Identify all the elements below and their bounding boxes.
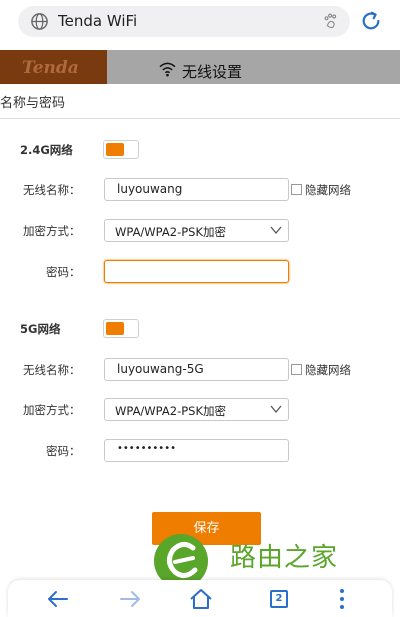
address-text: Tenda WiFi — [58, 12, 138, 30]
password-24-label: 密码： — [46, 265, 81, 279]
band-24-label: 2.4G网络 — [20, 143, 73, 157]
address-bar[interactable]: Tenda WiFi — [18, 6, 350, 37]
refresh-icon[interactable] — [360, 10, 382, 32]
home-icon[interactable] — [189, 588, 213, 610]
back-arrow-icon[interactable] — [46, 588, 70, 610]
paw-icon[interactable] — [322, 12, 340, 30]
tenda-logo: Tenda — [0, 50, 107, 84]
browser-bottom-nav: 2 — [8, 580, 392, 617]
security-24-select[interactable]: WPA/WPA2-PSK加密 — [104, 219, 289, 242]
globe-icon — [31, 13, 48, 30]
browser-toolbar: Tenda WiFi — [0, 0, 400, 44]
watermark-text: 路由之家 — [230, 543, 339, 573]
router-header: Tenda 无线设置 — [0, 50, 400, 84]
ssid-24-label: 无线名称： — [23, 183, 81, 197]
security-5-value: WPA/WPA2-PSK加密 — [115, 404, 226, 418]
security-24-label: 加密方式： — [23, 224, 81, 238]
password-24-input[interactable] — [104, 260, 289, 283]
more-menu-icon[interactable] — [332, 588, 352, 610]
hide-5-checkbox[interactable] — [291, 364, 302, 375]
page-title: 无线设置 — [182, 63, 243, 81]
password-5-input[interactable]: •••••••••• — [104, 439, 289, 462]
security-5-label: 加密方式： — [23, 403, 81, 417]
ssid-24-input[interactable]: luyouwang — [104, 178, 289, 201]
wifi-icon — [159, 62, 176, 77]
hide-5-label: 隐藏网络 — [305, 363, 351, 377]
chevron-down-icon — [270, 405, 282, 414]
security-5-select[interactable]: WPA/WPA2-PSK加密 — [104, 398, 289, 421]
chevron-down-icon — [270, 226, 282, 235]
band-5-toggle[interactable] — [103, 319, 139, 338]
band-5-label: 5G网络 — [20, 322, 61, 336]
dialog-title: 名称与密码 — [0, 96, 66, 111]
hide-24-checkbox[interactable] — [291, 184, 302, 195]
hide-24-label: 隐藏网络 — [305, 183, 351, 197]
watermark-e-icon — [167, 542, 198, 578]
forward-arrow-icon[interactable] — [118, 588, 142, 610]
password-5-label: 密码： — [46, 444, 81, 458]
ssid-5-label: 无线名称： — [23, 363, 81, 377]
band-24-toggle[interactable] — [103, 140, 139, 159]
ssid-5-input[interactable]: luyouwang-5G — [104, 358, 289, 381]
security-24-value: WPA/WPA2-PSK加密 — [115, 225, 226, 239]
tabs-button[interactable]: 2 — [270, 590, 288, 608]
divider — [0, 118, 400, 119]
